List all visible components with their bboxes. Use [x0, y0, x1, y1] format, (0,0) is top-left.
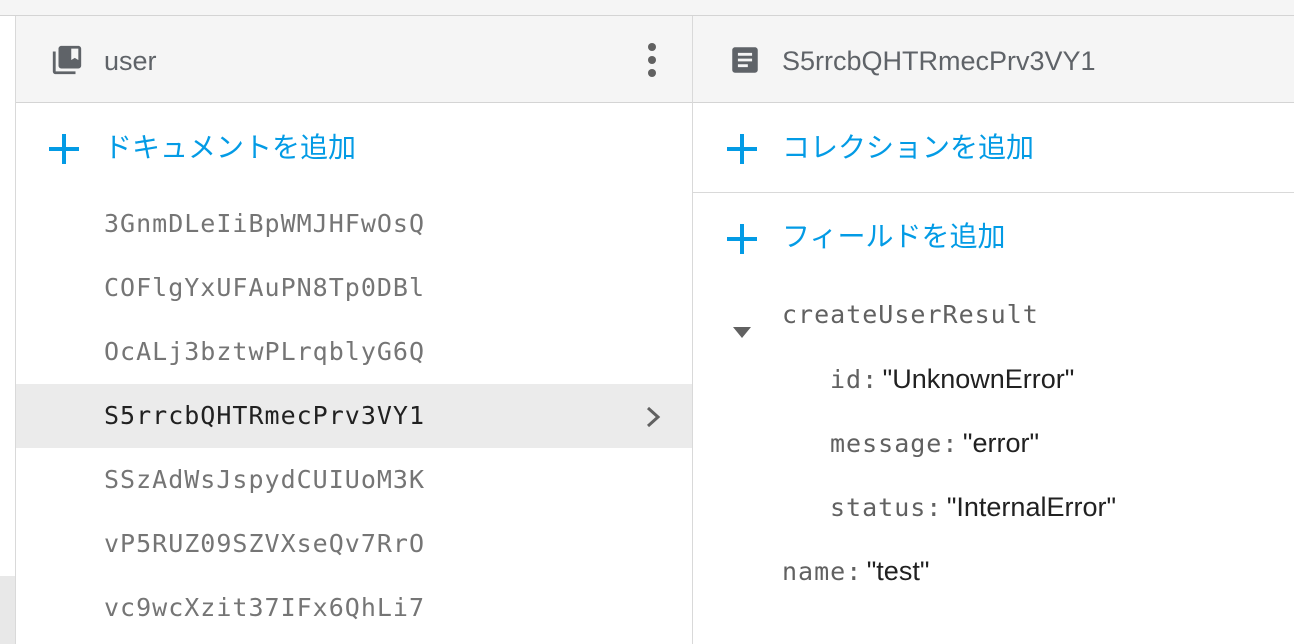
left-gutter [0, 16, 16, 644]
document-list-item[interactable]: 3GnmDLeIiBpWMJHFwOsQ [16, 192, 692, 256]
document-id: vP5RUZ09SZVXseQv7RrO [104, 529, 426, 558]
collection-panel: user ドキュメントを追加 3GnmDLeIiBpWMJHFwOsQ COFl… [16, 16, 693, 644]
map-field-key: createUserResult [782, 299, 1039, 335]
field-row-message[interactable]: message: "error" [830, 427, 1039, 464]
document-header: S5rrcbQHTRmecPrv3VY1 [693, 16, 1294, 103]
add-document-button[interactable]: ドキュメントを追加 [16, 103, 692, 192]
field-key: message: [830, 429, 959, 458]
document-list-item-selected[interactable]: S5rrcbQHTRmecPrv3VY1 [16, 384, 692, 448]
add-collection-label: コレクションを追加 [782, 132, 1035, 163]
document-id-title: S5rrcbQHTRmecPrv3VY1 [782, 46, 1096, 76]
document-id: OcALj3bztwPLrqblyG6Q [104, 337, 426, 366]
gutter-shade [0, 576, 15, 644]
field-row-status[interactable]: status: "InternalError" [830, 491, 1116, 528]
add-collection-button[interactable]: コレクションを追加 [693, 103, 1294, 192]
field-value: "error" [962, 428, 1040, 458]
collection-icon [50, 43, 84, 77]
document-id: COFlgYxUFAuPN8Tp0DBl [104, 273, 426, 302]
field-value: "test" [866, 556, 930, 586]
document-list-item[interactable]: vP5RUZ09SZVXseQv7RrO [16, 512, 692, 576]
document-list-item[interactable]: SSzAdWsJspydCUIUoM3K [16, 448, 692, 512]
chevron-right-icon [644, 406, 662, 428]
collection-name: user [104, 46, 157, 76]
document-id: 3GnmDLeIiBpWMJHFwOsQ [104, 209, 426, 238]
add-document-label: ドキュメントを追加 [104, 132, 357, 163]
top-bar [0, 0, 1294, 16]
more-vert-icon[interactable] [636, 40, 668, 80]
add-icon [48, 133, 80, 165]
collection-header: user [16, 16, 692, 103]
field-key: id: [830, 365, 879, 394]
add-field-button[interactable]: フィールドを追加 [693, 193, 1294, 282]
field-row-name[interactable]: name: "test" [782, 555, 929, 592]
document-icon [728, 43, 762, 77]
document-id: S5rrcbQHTRmecPrv3VY1 [104, 401, 426, 430]
document-list-item[interactable]: OcALj3bztwPLrqblyG6Q [16, 320, 692, 384]
field-key: createUserResult [782, 300, 1039, 329]
field-value: "UnknownError" [882, 364, 1075, 394]
add-icon [726, 133, 758, 165]
document-list: 3GnmDLeIiBpWMJHFwOsQ COFlgYxUFAuPN8Tp0DB… [16, 192, 692, 640]
field-key: status: [830, 493, 943, 522]
document-id: SSzAdWsJspydCUIUoM3K [104, 465, 426, 494]
field-key: name: [782, 557, 863, 586]
add-icon [726, 223, 758, 255]
document-id: vc9wcXzit37IFx6QhLi7 [104, 593, 426, 622]
add-field-label: フィールドを追加 [782, 221, 1006, 252]
expand-triangle-icon[interactable] [733, 327, 751, 338]
field-row-id[interactable]: id: "UnknownError" [830, 363, 1074, 400]
document-panel: S5rrcbQHTRmecPrv3VY1 コレクションを追加 フィールドを追加 … [693, 16, 1294, 644]
document-list-item[interactable]: COFlgYxUFAuPN8Tp0DBl [16, 256, 692, 320]
field-value: "InternalError" [946, 492, 1117, 522]
document-list-item[interactable]: vc9wcXzit37IFx6QhLi7 [16, 576, 692, 640]
